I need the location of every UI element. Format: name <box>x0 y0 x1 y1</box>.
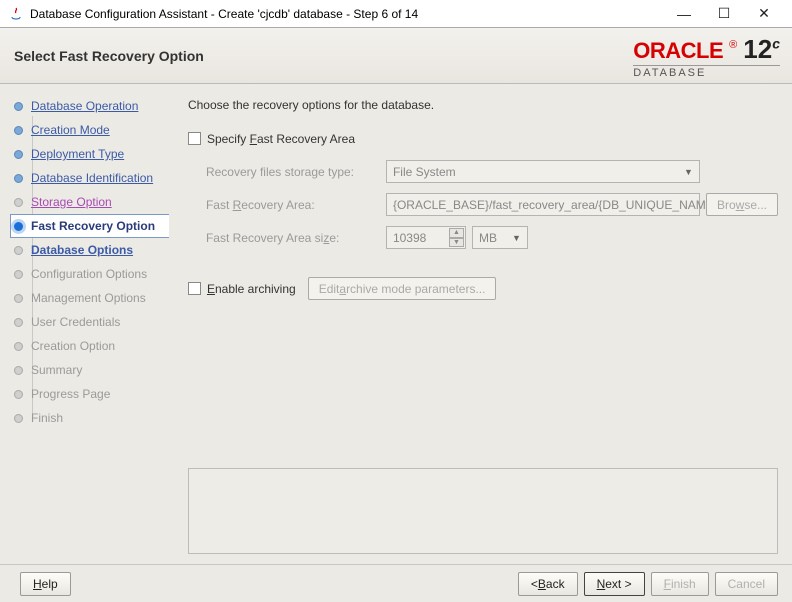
storage-type-select: File System ▼ <box>386 160 700 183</box>
sidebar-step-10: Creation Option <box>14 334 172 358</box>
sidebar-step-13: Finish <box>14 406 172 430</box>
maximize-button[interactable]: ☐ <box>704 1 744 27</box>
header: Select Fast Recovery Option ORACLE ® 12c… <box>0 28 792 84</box>
sidebar-step-9: User Credentials <box>14 310 172 334</box>
sidebar-step-8: Management Options <box>14 286 172 310</box>
java-icon <box>8 6 24 22</box>
step-label: Management Options <box>31 291 146 305</box>
enable-archiving-checkbox[interactable] <box>188 282 201 295</box>
enable-archiving-label: Enable archiving <box>207 282 296 296</box>
sidebar-step-5: Fast Recovery Option <box>10 214 169 238</box>
step-label: Fast Recovery Option <box>31 219 155 233</box>
finish-button: Finish <box>651 572 709 596</box>
step-label: Progress Page <box>31 387 110 401</box>
sidebar-step-11: Summary <box>14 358 172 382</box>
sidebar-step-7: Configuration Options <box>14 262 172 286</box>
sidebar-step-2[interactable]: Deployment Type <box>14 142 172 166</box>
spinner-up-icon: ▲ <box>449 228 464 238</box>
fra-size-spinner: 10398 ▲▼ <box>386 226 466 249</box>
step-label: Summary <box>31 363 82 377</box>
sidebar-step-12: Progress Page <box>14 382 172 406</box>
step-dot-icon <box>14 318 23 327</box>
step-dot-icon <box>14 198 23 207</box>
step-label: Deployment Type <box>31 147 124 161</box>
help-button[interactable]: Help <box>20 572 71 596</box>
step-label: Database Operation <box>31 99 138 113</box>
fra-size-unit-select: MB▼ <box>472 226 528 249</box>
storage-type-label: Recovery files storage type: <box>206 165 386 179</box>
step-label: Creation Option <box>31 339 115 353</box>
intro-text: Choose the recovery options for the data… <box>188 98 778 112</box>
window-title: Database Configuration Assistant - Creat… <box>30 7 664 21</box>
page-title: Select Fast Recovery Option <box>14 48 204 64</box>
titlebar: Database Configuration Assistant - Creat… <box>0 0 792 28</box>
step-dot-icon <box>14 366 23 375</box>
chevron-down-icon: ▼ <box>512 233 521 243</box>
step-dot-icon <box>14 270 23 279</box>
sidebar-step-3[interactable]: Database Identification <box>14 166 172 190</box>
specify-fra-checkbox[interactable] <box>188 132 201 145</box>
sidebar-step-4[interactable]: Storage Option <box>14 190 172 214</box>
step-dot-icon <box>14 390 23 399</box>
cancel-button: Cancel <box>715 572 778 596</box>
step-dot-icon <box>14 126 23 135</box>
next-button[interactable]: Next > <box>584 572 645 596</box>
brand-registered-icon: ® <box>729 39 737 51</box>
chevron-down-icon: ▼ <box>684 167 693 177</box>
spinner-down-icon: ▼ <box>449 238 464 248</box>
step-label: Creation Mode <box>31 123 110 137</box>
fra-size-label: Fast Recovery Area size: <box>206 231 386 245</box>
close-button[interactable]: ✕ <box>744 1 784 27</box>
brand-oracle-text: ORACLE <box>633 38 723 64</box>
sidebar-step-6[interactable]: Database Options <box>14 238 172 262</box>
brand-version: 12c <box>743 34 780 65</box>
edit-archive-params-button: Edit archive mode parameters... <box>308 277 497 300</box>
fra-path-input: {ORACLE_BASE}/fast_recovery_area/{DB_UNI… <box>386 193 700 216</box>
step-label: User Credentials <box>31 315 120 329</box>
fra-path-label: Fast Recovery Area: <box>206 198 386 212</box>
message-area <box>188 468 778 554</box>
step-label: Storage Option <box>31 195 112 209</box>
browse-button: Browse... <box>706 193 778 216</box>
step-label: Finish <box>31 411 63 425</box>
step-dot-icon <box>14 414 23 423</box>
specify-fra-label: Specify Fast Recovery Area <box>207 132 355 146</box>
sidebar-step-0[interactable]: Database Operation <box>14 94 172 118</box>
brand-database-text: DATABASE <box>633 65 780 79</box>
step-dot-icon <box>14 150 23 159</box>
step-dot-icon <box>14 174 23 183</box>
sidebar-step-1[interactable]: Creation Mode <box>14 118 172 142</box>
step-dot-icon <box>14 222 23 231</box>
step-label: Database Identification <box>31 171 153 185</box>
step-dot-icon <box>14 294 23 303</box>
back-button[interactable]: < Back <box>518 572 578 596</box>
step-dot-icon <box>14 246 23 255</box>
main-panel: Choose the recovery options for the data… <box>172 84 792 564</box>
wizard-sidebar: Database Operation Creation Mode Deploymen… <box>0 84 172 564</box>
brand-logo: ORACLE ® 12c DATABASE <box>633 34 780 79</box>
step-label: Database Options <box>31 243 133 257</box>
step-dot-icon <box>14 342 23 351</box>
footer: Help < Back Next > Finish Cancel <box>0 564 792 602</box>
storage-type-value: File System <box>393 165 456 179</box>
step-dot-icon <box>14 102 23 111</box>
step-label: Configuration Options <box>31 267 147 281</box>
minimize-button[interactable]: — <box>664 1 704 27</box>
